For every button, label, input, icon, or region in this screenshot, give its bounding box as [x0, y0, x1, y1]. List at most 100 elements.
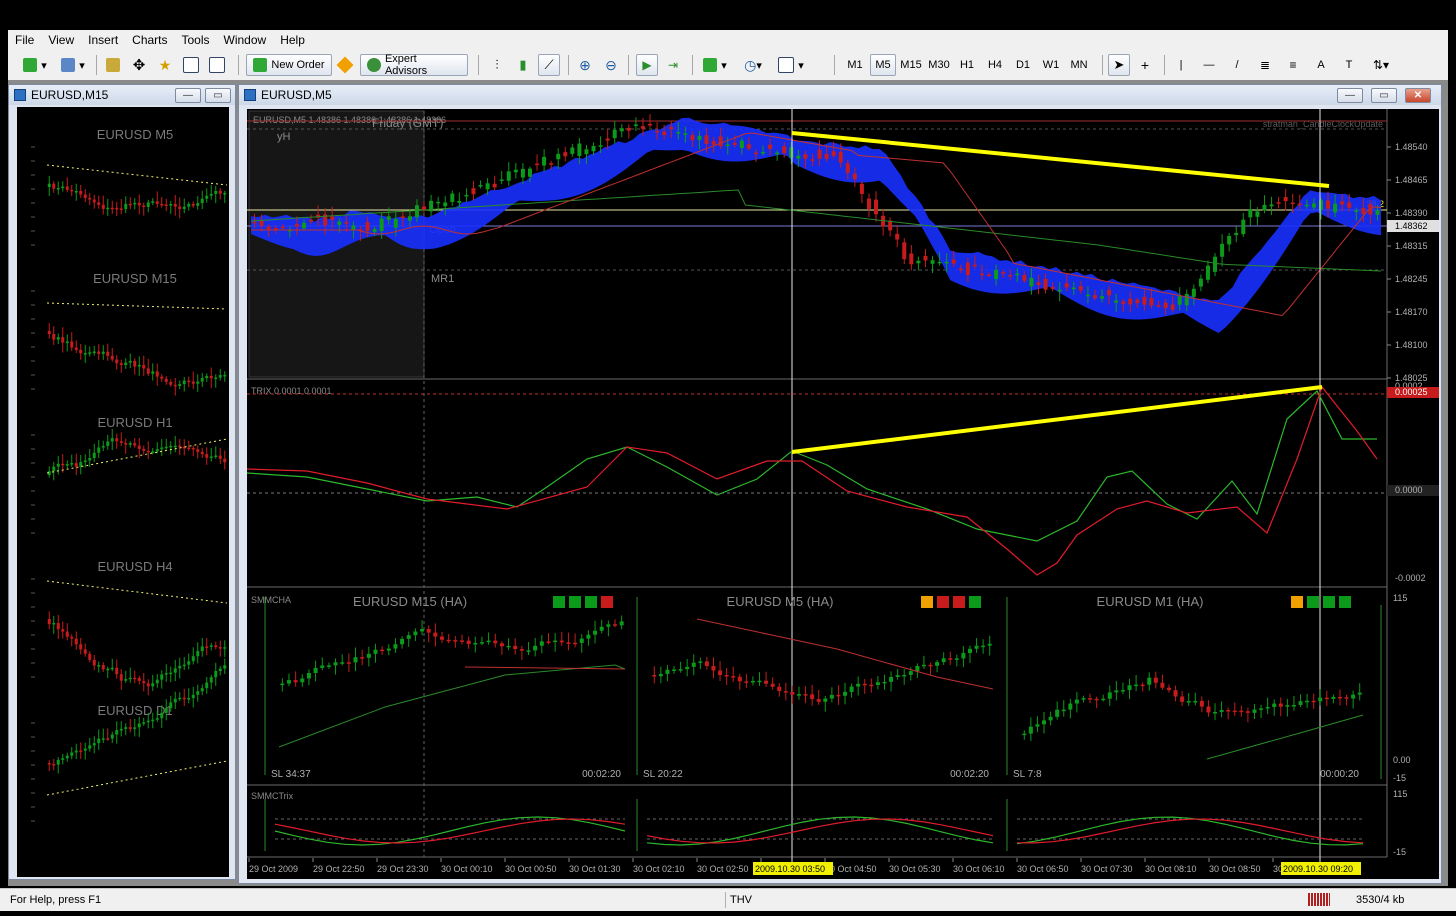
- ha-section-2-candle: [1088, 698, 1093, 700]
- timeframe-mn-button[interactable]: MN: [1066, 54, 1092, 76]
- arrows-button[interactable]: ⇅▾: [1366, 54, 1396, 76]
- price-candle: [1205, 265, 1210, 280]
- timeframe-w1-button[interactable]: W1: [1038, 54, 1064, 76]
- left-panel-0-candle: [218, 190, 222, 194]
- price-candle: [746, 144, 751, 149]
- left-panel-4-candle: [160, 712, 164, 719]
- chart-shift-icon: ⇥: [667, 58, 679, 72]
- market-watch-icon: [106, 58, 120, 72]
- fibo-icon: ≡: [1289, 58, 1297, 72]
- main-chart-canvas[interactable]: EURUSD,M5 1.48386 1.48386 1.48386 1.4838…: [246, 109, 1439, 879]
- indicators-button[interactable]: ▾: [698, 54, 732, 76]
- ha-section-0-candle: [593, 630, 598, 635]
- chart-shift-button[interactable]: ⇥: [662, 54, 684, 76]
- vertical-line-button[interactable]: |: [1170, 54, 1192, 76]
- zoom-in-icon: ⊕: [579, 56, 591, 73]
- left-panel-0-candle: [119, 208, 123, 211]
- favorites-button[interactable]: ★: [154, 54, 176, 76]
- price-candle: [1121, 301, 1126, 304]
- left-window-titlebar[interactable]: EURUSD,M15 — ▭: [9, 85, 235, 105]
- autoscroll-button[interactable]: ▶: [636, 54, 658, 76]
- left-restore-button[interactable]: ▭: [205, 88, 231, 103]
- menu-tools[interactable]: Tools: [175, 33, 217, 47]
- timeframe-m15-button[interactable]: M15: [898, 54, 924, 76]
- price-candle: [796, 155, 801, 159]
- text-label-button[interactable]: T: [1338, 54, 1360, 76]
- menu-help[interactable]: Help: [273, 33, 312, 47]
- ha-section-1-candle: [862, 683, 867, 686]
- main-minimize-button[interactable]: —: [1337, 88, 1363, 103]
- zoom-out-button[interactable]: ⊖: [600, 54, 622, 76]
- main-close-button[interactable]: ✕: [1405, 88, 1431, 103]
- alert-button[interactable]: [334, 54, 356, 76]
- profiles-button[interactable]: ▾: [56, 54, 90, 76]
- timeframe-m1-button[interactable]: M1: [842, 54, 868, 76]
- left-panel-2-candle: [74, 463, 78, 467]
- cursor-button[interactable]: ➤: [1108, 54, 1130, 76]
- market-watch-button[interactable]: [102, 54, 124, 76]
- templates-button[interactable]: ▾: [774, 54, 808, 76]
- smmctrix-green-line: [646, 816, 994, 846]
- bar-chart-button[interactable]: ⫶: [486, 54, 508, 76]
- ha-section-1-candle: [770, 683, 775, 687]
- timeframe-m5-button[interactable]: M5: [870, 54, 896, 76]
- menu-insert[interactable]: Insert: [81, 33, 125, 47]
- toolbar: ▾ ▾ ✥ ★ New Order Expert Advisors ⫶ ▮ ⟋ …: [8, 50, 1448, 81]
- text-button[interactable]: A: [1310, 54, 1332, 76]
- left-minimize-button[interactable]: —: [175, 88, 201, 103]
- left-panel-4-candle: [52, 764, 56, 766]
- tester-button[interactable]: [206, 54, 228, 76]
- expert-advisors-button[interactable]: Expert Advisors: [360, 53, 468, 77]
- left-panel-2-candle: [146, 450, 150, 453]
- ha-section-0-candle: [420, 628, 425, 632]
- main-window-titlebar[interactable]: EURUSD,M5 — ▭ ✕: [239, 85, 1441, 105]
- channel-button[interactable]: ≣: [1254, 54, 1276, 76]
- ha-section-1-candle: [698, 661, 703, 663]
- menu-charts[interactable]: Charts: [125, 33, 174, 47]
- left-panel-3-candle: [110, 667, 114, 670]
- terminal-button[interactable]: [180, 54, 202, 76]
- candlestick-button[interactable]: ▮: [512, 54, 534, 76]
- trix-tick-label: 0.00025: [1395, 387, 1428, 397]
- zoom-in-button[interactable]: ⊕: [574, 54, 596, 76]
- left-panel-3-candle: [97, 665, 101, 667]
- left-chart-canvas[interactable]: EURUSD M5 EURUSD M15 EURUSD H1 EURUSD H4 EUR…: [17, 107, 229, 877]
- trendline-button[interactable]: /: [1226, 54, 1248, 76]
- ha-section-title: EURUSD M1 (HA): [1097, 594, 1204, 609]
- price-candle: [1092, 295, 1097, 299]
- channel-icon: ≣: [1259, 58, 1271, 72]
- ha-timer-label: 00:00:20: [1320, 769, 1359, 780]
- timeframe-h1-button[interactable]: H1: [954, 54, 980, 76]
- new-chart-button[interactable]: ▾: [18, 54, 52, 76]
- ha-section-0-candle: [426, 628, 431, 633]
- fibo-button[interactable]: ≡: [1282, 54, 1304, 76]
- menu-view[interactable]: View: [41, 33, 81, 47]
- timeframe-d1-button[interactable]: D1: [1010, 54, 1036, 76]
- menu-file[interactable]: File: [8, 33, 41, 47]
- ha-signal-square: [601, 596, 613, 608]
- ha-section-0-candle: [293, 680, 298, 683]
- ha-section-1-candle: [796, 694, 801, 696]
- timeframe-m30-button[interactable]: M30: [926, 54, 952, 76]
- periods-button[interactable]: ◷ ▾: [736, 54, 770, 76]
- ha-section-2-candle: [1173, 690, 1178, 697]
- time-tick-label: 30 Oct 02:50: [697, 864, 749, 874]
- menu-window[interactable]: Window: [217, 33, 274, 47]
- timeframe-h4-button[interactable]: H4: [982, 54, 1008, 76]
- main-restore-button[interactable]: ▭: [1371, 88, 1397, 103]
- left-panel-3-candle: [52, 622, 56, 625]
- navigator-button[interactable]: ✥: [128, 54, 150, 76]
- left-panel-4-candle: [146, 720, 150, 723]
- new-order-button[interactable]: New Order: [246, 54, 332, 76]
- price-candle: [309, 219, 314, 222]
- crosshair-button[interactable]: +: [1134, 54, 1156, 76]
- chart-window-icon: [244, 89, 256, 101]
- left-panel-1-candle: [79, 349, 83, 354]
- price-candle: [817, 149, 822, 159]
- time-tick-label: 30 Oct 06:50: [1017, 864, 1069, 874]
- price-tick-label: 1.48465: [1395, 175, 1428, 185]
- line-chart-button[interactable]: ⟋: [538, 54, 560, 76]
- horizontal-line-button[interactable]: —: [1198, 54, 1220, 76]
- left-panel-2-candle: [178, 445, 182, 448]
- ha-section-1-candle: [935, 662, 940, 666]
